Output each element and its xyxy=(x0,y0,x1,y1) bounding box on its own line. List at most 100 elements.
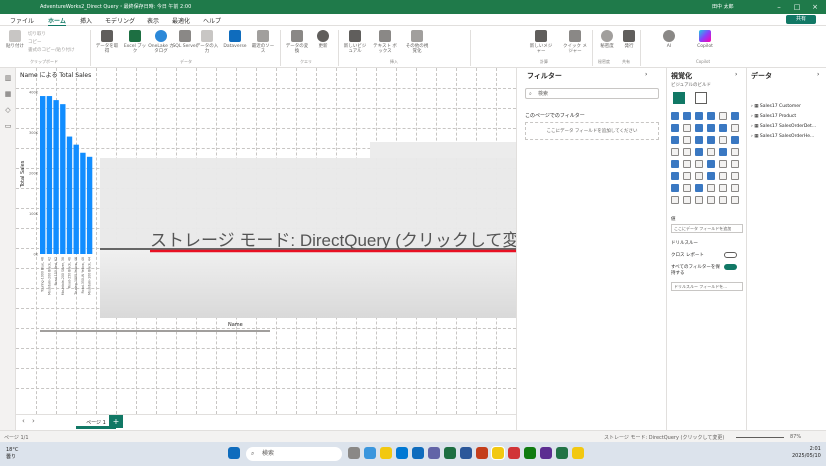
values-well[interactable]: ここにデータ フィールドを追加 xyxy=(671,224,743,233)
cross-report-toggle[interactable] xyxy=(724,252,737,258)
app-icon[interactable] xyxy=(572,447,584,459)
report-view-icon[interactable]: ▥ xyxy=(4,74,12,82)
system-clock[interactable]: 2:01 2025/05/10 xyxy=(792,446,821,460)
visual-type-icon[interactable] xyxy=(707,184,715,192)
bar-6[interactable] xyxy=(80,152,86,254)
visual-type-icon[interactable] xyxy=(695,172,703,180)
visual-type-icon[interactable] xyxy=(731,124,739,132)
visual-type-icon[interactable] xyxy=(707,148,715,156)
table-view-icon[interactable]: ▦ xyxy=(4,90,12,98)
enter-data-button[interactable]: データの入力 xyxy=(194,30,220,54)
bar-2[interactable] xyxy=(53,100,59,254)
visual-type-icon[interactable] xyxy=(719,196,727,204)
drillthrough-well[interactable]: ドリルスルー フィールドを... xyxy=(671,282,743,291)
visual-type-icon[interactable] xyxy=(683,112,691,120)
collapse-viz-icon[interactable]: › xyxy=(735,71,737,78)
visual-type-icon[interactable] xyxy=(671,148,679,156)
excel-workbook-button[interactable]: Excel ブック xyxy=(122,30,148,54)
visual-type-icon[interactable] xyxy=(695,136,703,144)
visual-type-icon[interactable] xyxy=(731,160,739,168)
close-icon[interactable]: × xyxy=(806,2,824,12)
table-item[interactable]: › ▦ Sales17 Customer xyxy=(751,104,801,109)
visual-type-icon[interactable] xyxy=(695,148,703,156)
share-button[interactable]: 共有 xyxy=(786,15,816,24)
visual-type-icon[interactable] xyxy=(707,196,715,204)
visual-type-icon[interactable] xyxy=(731,196,739,204)
maximize-icon[interactable]: □ xyxy=(788,2,806,12)
quick-measure-button[interactable]: クイック メジャー xyxy=(562,30,588,54)
visual-type-icon[interactable] xyxy=(683,124,691,132)
visual-type-icon[interactable] xyxy=(683,184,691,192)
app-icon[interactable] xyxy=(556,447,568,459)
visual-type-icon[interactable] xyxy=(683,148,691,156)
visual-type-icon[interactable] xyxy=(731,184,739,192)
visual-type-icon[interactable] xyxy=(719,148,727,156)
visual-type-icon[interactable] xyxy=(719,172,727,180)
minimize-icon[interactable]: – xyxy=(770,2,788,12)
format-visual-icon[interactable] xyxy=(695,92,707,104)
visual-type-icon[interactable] xyxy=(695,196,703,204)
filter-search-input[interactable]: ⌕ 検索 xyxy=(525,88,659,99)
collapse-data-icon[interactable]: › xyxy=(817,71,819,78)
table-item[interactable]: › ▦ Sales17 SalesOrderHe... xyxy=(751,134,814,139)
menu-help[interactable]: ヘルプ xyxy=(203,16,221,25)
bar-5[interactable] xyxy=(73,144,79,254)
visual-type-icon[interactable] xyxy=(707,124,715,132)
more-visuals-button[interactable]: その他の視覚化 xyxy=(404,30,430,54)
visual-type-icon[interactable] xyxy=(671,184,679,192)
visual-type-icon[interactable] xyxy=(719,160,727,168)
menu-optimize[interactable]: 最適化 xyxy=(172,16,190,25)
visual-type-icon[interactable] xyxy=(695,124,703,132)
bar-7[interactable] xyxy=(86,156,93,254)
menu-home[interactable]: ホーム xyxy=(48,16,66,27)
visual-type-icon[interactable] xyxy=(671,172,679,180)
visual-type-icon[interactable] xyxy=(719,124,727,132)
refresh-button[interactable]: 更新 xyxy=(310,30,336,49)
next-page-icon[interactable]: › xyxy=(32,417,35,425)
chart-scrollbar[interactable] xyxy=(40,330,270,332)
bar-3[interactable] xyxy=(60,104,66,255)
visual-type-icon[interactable] xyxy=(731,172,739,180)
visual-type-icon[interactable] xyxy=(671,196,679,204)
table-item[interactable]: › ▦ Sales17 SalesOrderDet... xyxy=(751,124,816,129)
edge-icon[interactable] xyxy=(364,447,376,459)
keep-filters-toggle[interactable] xyxy=(724,264,737,270)
visual-type-icon[interactable] xyxy=(719,184,727,192)
zoom-level[interactable]: 87% xyxy=(790,434,801,440)
visual-type-icon[interactable] xyxy=(671,124,679,132)
user-name[interactable]: 田中 太郎 xyxy=(712,3,734,10)
transform-data-button[interactable]: データの変換 xyxy=(284,30,310,54)
visual-type-icon[interactable] xyxy=(695,112,703,120)
ai-button[interactable]: AI xyxy=(656,30,682,49)
zoom-slider[interactable] xyxy=(736,437,784,438)
app-icon[interactable] xyxy=(508,447,520,459)
visual-type-icon[interactable] xyxy=(683,172,691,180)
visual-type-icon[interactable] xyxy=(707,112,715,120)
prev-page-icon[interactable]: ‹ xyxy=(22,417,25,425)
menu-insert[interactable]: 挿入 xyxy=(80,16,92,25)
collapse-filters-icon[interactable]: › xyxy=(645,71,647,78)
publish-button[interactable]: 発行 xyxy=(616,30,642,49)
visual-type-icon[interactable] xyxy=(695,184,703,192)
taskbar-search[interactable]: ⌕ 検索 xyxy=(246,447,342,461)
weather-widget[interactable]: 18°C 曇り xyxy=(6,447,18,460)
visual-type-icon[interactable] xyxy=(707,172,715,180)
visual-type-icon[interactable] xyxy=(731,112,739,120)
recent-sources-button[interactable]: 最近のソース xyxy=(250,30,276,54)
app-icon[interactable] xyxy=(524,447,536,459)
app-icon[interactable] xyxy=(540,447,552,459)
model-view-icon[interactable]: ◇ xyxy=(4,106,12,114)
menu-modeling[interactable]: モデリング xyxy=(105,16,135,25)
copilot-button[interactable]: Copilot xyxy=(692,30,718,49)
bar-0[interactable] xyxy=(40,96,46,254)
powerpoint-icon[interactable] xyxy=(476,447,488,459)
visual-type-icon[interactable] xyxy=(683,196,691,204)
dataverse-button[interactable]: Dataverse xyxy=(222,30,248,49)
powerbi-icon[interactable] xyxy=(491,446,505,460)
visual-type-icon[interactable] xyxy=(671,136,679,144)
filter-drop-zone[interactable]: ここにデータ フィールドを追加してください xyxy=(525,122,659,140)
add-page-button[interactable]: + xyxy=(109,415,123,428)
task-view-icon[interactable] xyxy=(348,447,360,459)
table-item[interactable]: › ▦ Sales17 Product xyxy=(751,114,796,119)
visual-type-icon[interactable] xyxy=(731,136,739,144)
